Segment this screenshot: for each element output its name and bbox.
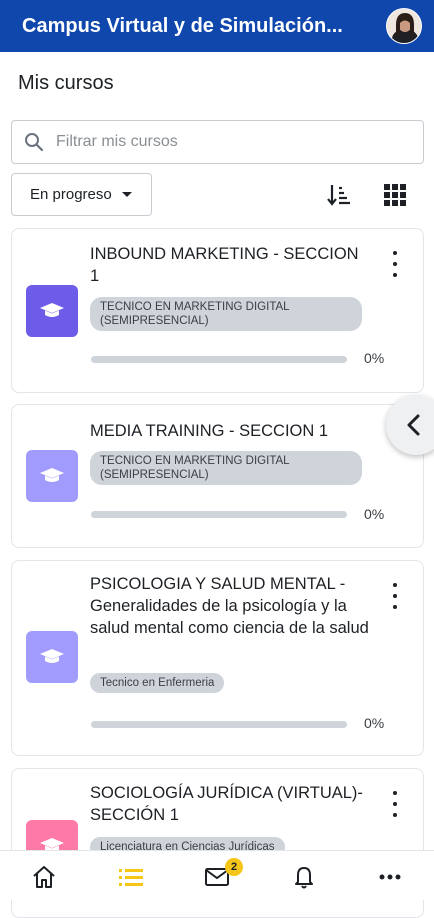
status-filter-label: En progreso bbox=[30, 186, 112, 203]
sort-icon bbox=[327, 185, 350, 206]
search-input[interactable] bbox=[56, 133, 396, 151]
search-icon bbox=[25, 133, 44, 152]
graduation-cap-icon bbox=[40, 468, 64, 482]
course-menu-button[interactable] bbox=[387, 791, 403, 817]
course-menu-button[interactable] bbox=[387, 251, 403, 277]
course-name[interactable]: MEDIA TRAINING - SECCION 1 bbox=[90, 420, 370, 442]
grid-view-icon bbox=[384, 184, 390, 190]
page-title: Mis cursos bbox=[18, 72, 114, 94]
nav-home[interactable] bbox=[30, 863, 58, 891]
course-name[interactable]: INBOUND MARKETING - SECCION 1 bbox=[90, 243, 370, 287]
course-image bbox=[26, 450, 78, 502]
course-progress-label: 0% bbox=[364, 506, 385, 522]
course-image bbox=[26, 631, 78, 683]
course-card[interactable]: MEDIA TRAINING - SECCION 1 TECNICO EN MA… bbox=[11, 404, 424, 548]
course-category-badge: TECNICO EN MARKETING DIGITAL (SEMIPRESEN… bbox=[90, 451, 362, 485]
course-progress-bar bbox=[91, 511, 347, 518]
graduation-cap-icon bbox=[40, 649, 64, 663]
bottom-navigation bbox=[0, 850, 434, 900]
my-courses-icon bbox=[119, 869, 143, 886]
grid-view-button[interactable] bbox=[384, 184, 406, 206]
graduation-cap-icon bbox=[40, 303, 64, 317]
course-progress-label: 0% bbox=[364, 715, 385, 731]
course-name[interactable]: PSICOLOGIA Y SALUD MENTAL - Generalidade… bbox=[90, 573, 370, 639]
course-card[interactable]: PSICOLOGIA Y SALUD MENTAL - Generalidade… bbox=[11, 560, 424, 756]
kebab-dot bbox=[393, 583, 397, 587]
nav-more[interactable] bbox=[376, 863, 404, 891]
chevron-down-icon bbox=[121, 192, 132, 197]
course-progress-bar bbox=[91, 721, 347, 728]
course-category-badge: Tecnico en Enfermeria bbox=[90, 673, 225, 693]
search-box[interactable] bbox=[11, 120, 424, 164]
course-progress-bar bbox=[91, 356, 347, 363]
app-title: Campus Virtual y de Simulación... bbox=[22, 14, 343, 37]
nav-notifications[interactable] bbox=[290, 863, 318, 891]
home-icon bbox=[33, 866, 55, 888]
course-menu-button[interactable] bbox=[387, 583, 403, 609]
more-icon bbox=[379, 874, 401, 880]
chevron-left-icon bbox=[407, 414, 420, 436]
course-image bbox=[26, 285, 78, 337]
course-progress-label: 0% bbox=[364, 350, 385, 366]
notifications-icon bbox=[295, 867, 313, 889]
course-category-badge: TECNICO EN MARKETING DIGITAL (SEMIPRESEN… bbox=[90, 297, 362, 331]
messages-count-badge: 2 bbox=[225, 858, 243, 876]
app-bar: Campus Virtual y de Simulación... bbox=[0, 0, 434, 52]
status-filter-select[interactable]: En progreso bbox=[11, 173, 152, 216]
course-name[interactable]: SOCIOLOGÍA JURÍDICA (VIRTUAL)- SECCIÓN 1 bbox=[90, 782, 370, 826]
course-card[interactable]: INBOUND MARKETING - SECCION 1 TECNICO EN… bbox=[11, 228, 424, 393]
nav-my-courses[interactable] bbox=[117, 863, 145, 891]
sort-button[interactable] bbox=[326, 182, 352, 208]
user-avatar[interactable] bbox=[386, 8, 422, 44]
kebab-dot bbox=[393, 251, 397, 255]
kebab-dot bbox=[393, 791, 397, 795]
